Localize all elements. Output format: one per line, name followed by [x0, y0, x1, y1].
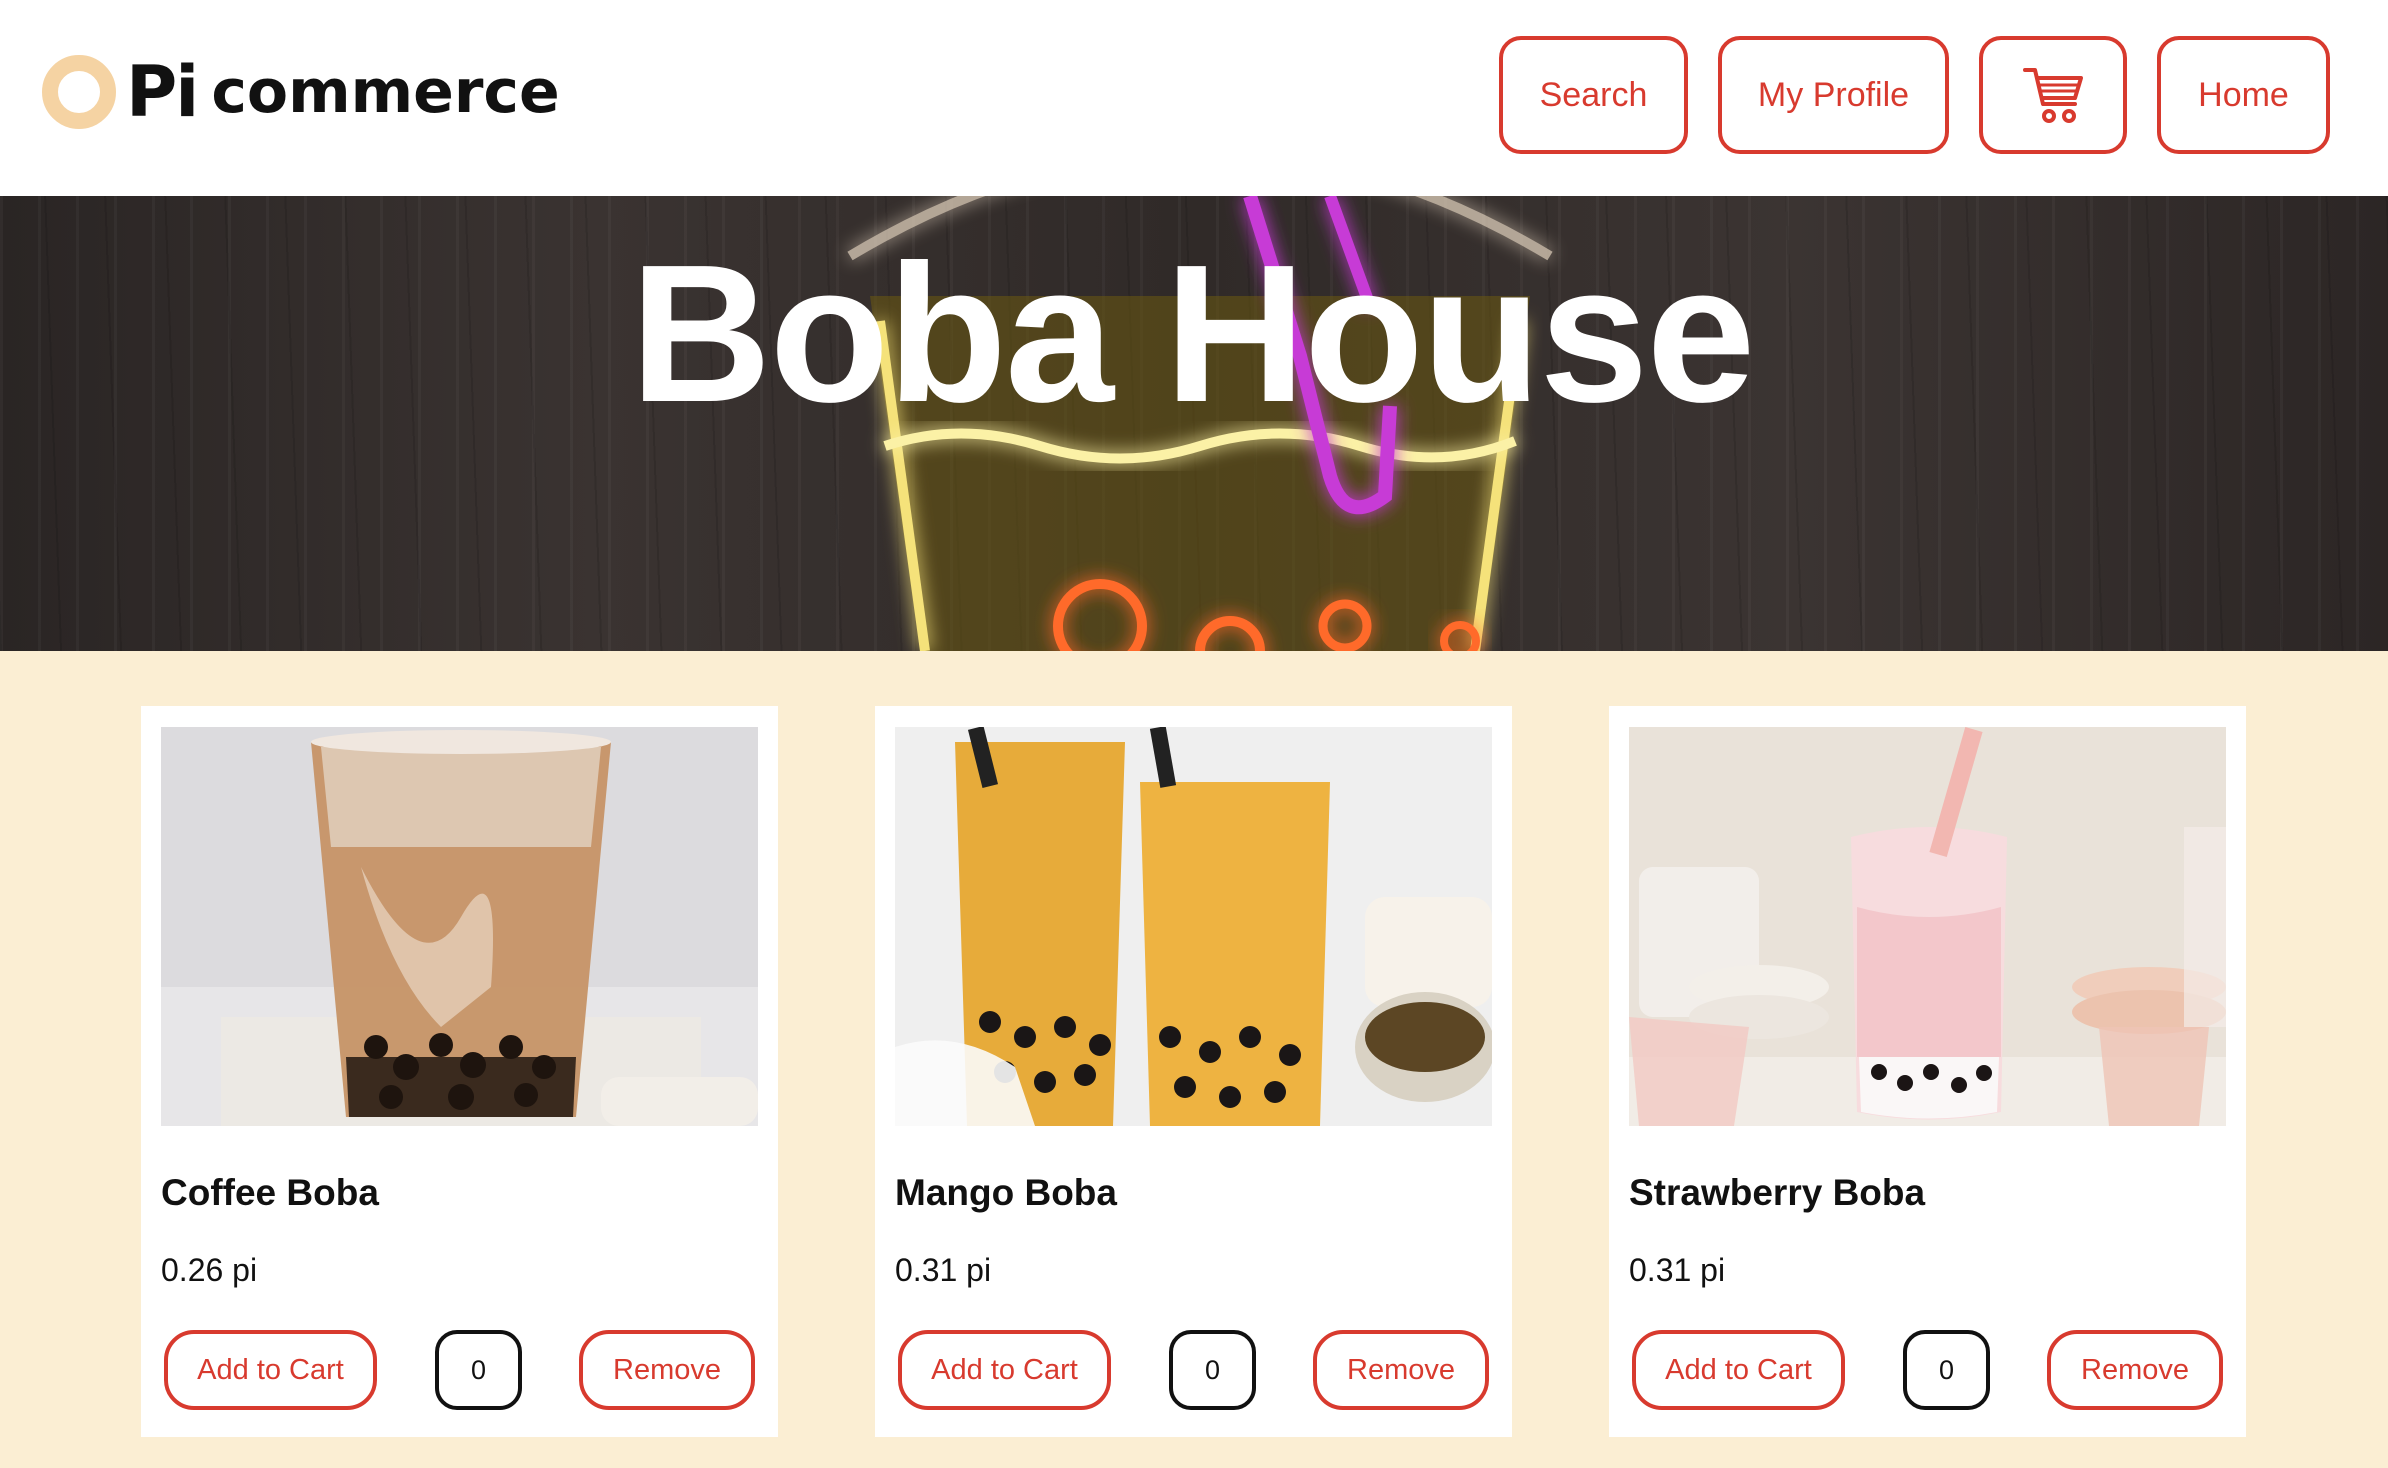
- product-image: [161, 727, 758, 1126]
- my-profile-button[interactable]: My Profile: [1718, 36, 1949, 154]
- product-card: Mango Boba 0.31 pi Add to Cart 0 Remove: [875, 706, 1512, 1437]
- store-title: Boba House: [630, 224, 1755, 443]
- product-price: 0.31 pi: [1629, 1252, 1726, 1288]
- add-to-cart-button[interactable]: Add to Cart: [1632, 1330, 1845, 1410]
- product-name: Strawberry Boba: [1629, 1172, 1926, 1213]
- product-name: Coffee Boba: [161, 1172, 379, 1213]
- product-price: 0.31 pi: [895, 1252, 992, 1288]
- logo-ring-icon: [42, 55, 116, 129]
- quantity-display: 0: [1169, 1330, 1256, 1410]
- quantity-display: 0: [1903, 1330, 1990, 1410]
- product-card: Strawberry Boba 0.31 pi Add to Cart 0 Re…: [1609, 706, 2246, 1437]
- home-button[interactable]: Home: [2157, 36, 2330, 154]
- cart-button[interactable]: [1979, 36, 2127, 154]
- remove-button[interactable]: Remove: [579, 1330, 755, 1410]
- remove-button[interactable]: Remove: [1313, 1330, 1489, 1410]
- product-image: [895, 727, 1492, 1126]
- add-to-cart-button[interactable]: Add to Cart: [898, 1330, 1111, 1410]
- shopping-cart-icon: [2023, 68, 2083, 123]
- logo-commerce-text: commerce: [211, 57, 560, 127]
- search-button[interactable]: Search: [1499, 36, 1688, 154]
- logo-pi-text: Pi: [126, 51, 199, 133]
- product-image: [1629, 727, 2226, 1126]
- add-to-cart-button[interactable]: Add to Cart: [164, 1330, 377, 1410]
- top-navbar: Pi commerce Search My Profile Home: [0, 0, 2388, 196]
- pi-commerce-logo[interactable]: Pi commerce: [42, 51, 560, 133]
- product-price: 0.26 pi: [161, 1252, 258, 1288]
- remove-button[interactable]: Remove: [2047, 1330, 2223, 1410]
- store-banner: Boba House: [0, 196, 2388, 651]
- product-name: Mango Boba: [895, 1172, 1117, 1213]
- quantity-display: 0: [435, 1330, 522, 1410]
- product-card: Coffee Boba 0.26 pi Add to Cart 0 Remove: [141, 706, 778, 1437]
